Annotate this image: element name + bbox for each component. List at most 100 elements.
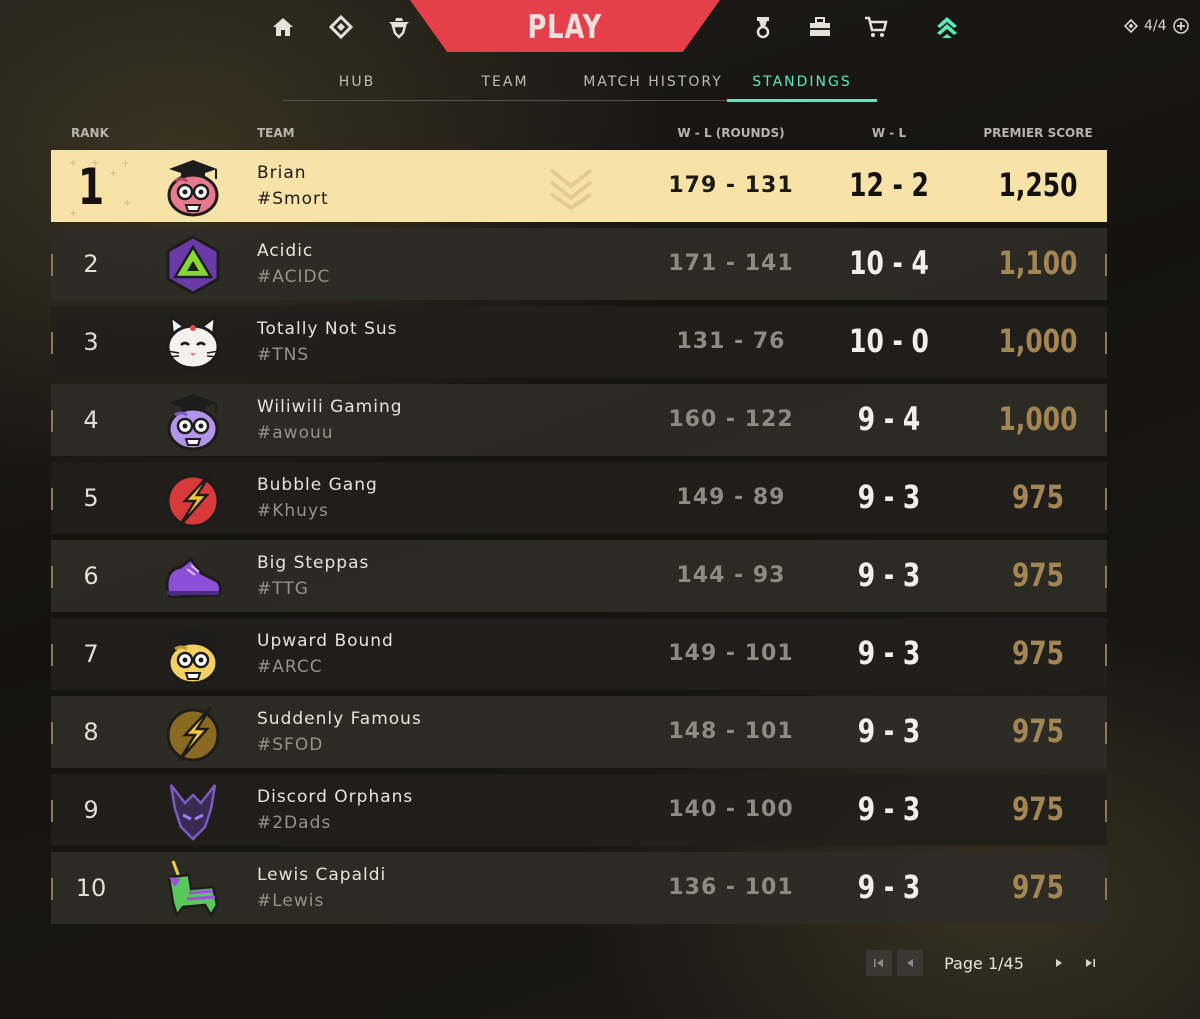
rounds-record: 179 - 131 — [668, 173, 794, 198]
team-tag: #Lewis — [257, 891, 325, 911]
team-name[interactable]: Discord Orphans — [257, 787, 413, 807]
team-tag: #Khuys — [257, 501, 329, 521]
tab-team[interactable]: TEAM — [430, 74, 580, 90]
green-pinata-icon — [161, 857, 225, 921]
previous-page-icon[interactable] — [897, 950, 923, 976]
gold-lightning-icon — [161, 701, 225, 765]
match-counter: 4/4 — [1124, 14, 1189, 38]
team-tag: #2Dads — [257, 813, 332, 833]
active-tab-indicator — [727, 99, 877, 102]
rounds-record: 131 - 76 — [676, 329, 786, 354]
sparkle-icon: + — [123, 198, 132, 209]
team-name[interactable]: Lewis Capaldi — [257, 865, 386, 885]
win-loss-record: 9 - 3 — [857, 478, 921, 516]
rounds-record: 144 - 93 — [676, 563, 786, 588]
team-tag: #TNS — [257, 345, 310, 365]
row-edge-right — [1105, 566, 1107, 588]
premier-score: 1,000 — [998, 322, 1078, 360]
premier-score: 1,000 — [998, 400, 1078, 438]
team-tag: #ARCC — [257, 657, 323, 677]
rounds-record: 171 - 141 — [668, 251, 794, 276]
win-loss-record: 10 - 0 — [849, 322, 929, 360]
premier-score: 975 — [1011, 790, 1065, 828]
team-name[interactable]: Suddenly Famous — [257, 709, 422, 729]
win-loss-record: 10 - 4 — [849, 244, 929, 282]
white-cat-icon — [161, 311, 225, 375]
team-name[interactable]: Big Steppas — [257, 553, 369, 573]
win-loss-record: 9 - 3 — [857, 556, 921, 594]
table-row[interactable]: 10 Lewis Capaldi #Lewis 136 - 101 9 - 3 975 — [51, 852, 1107, 924]
tab-match-history[interactable]: MATCH HISTORY — [578, 74, 728, 90]
agents-icon[interactable] — [384, 12, 414, 42]
last-page-icon[interactable] — [1077, 950, 1103, 976]
row-edge-right — [1105, 800, 1107, 822]
table-row[interactable]: 4 Wiliwili Gaming #awouu 160 - 122 9 - 4 1,00… — [51, 384, 1107, 456]
row-edge-right — [1105, 410, 1107, 432]
team-name[interactable]: Upward Bound — [257, 631, 394, 651]
team-name[interactable]: Brian — [257, 163, 307, 183]
team-tag: #awouu — [257, 423, 334, 443]
table-header: RANK TEAM W - L (ROUNDS) W - L PREMIER S… — [51, 122, 1107, 146]
store-icon[interactable] — [861, 12, 891, 42]
table-row[interactable]: 9 Discord Orphans #2Dads 140 - 100 9 - 3 975 — [51, 774, 1107, 846]
table-row[interactable]: 2 Acidic #ACIDC 171 - 141 10 - 4 1,100 — [51, 228, 1107, 300]
subtab-bar: HUB TEAM MATCH HISTORY STANDINGS — [282, 66, 877, 102]
diamond-icon — [1124, 19, 1138, 33]
tab-hub[interactable]: HUB — [282, 74, 432, 90]
battlepass-icon[interactable] — [748, 12, 778, 42]
table-row[interactable]: 5 Bubble Gang #Khuys 149 - 89 9 - 3 975 — [51, 462, 1107, 534]
team-name[interactable]: Bubble Gang — [257, 475, 378, 495]
premier-watermark-icon — [549, 168, 593, 210]
play-label: PLAY — [527, 6, 603, 46]
table-row[interactable]: 7 Upward Bound #ARCC 149 - 101 9 - 3 975 — [51, 618, 1107, 690]
win-loss-record: 9 - 3 — [857, 634, 921, 672]
rounds-record: 148 - 101 — [668, 719, 794, 744]
rank-number: 1 — [77, 158, 105, 216]
row-edge-right — [1105, 878, 1107, 900]
rank-number: 3 — [83, 328, 99, 356]
team-name[interactable]: Wiliwili Gaming — [257, 397, 403, 417]
win-loss-record: 9 - 3 — [857, 868, 921, 906]
purple-graduate-icon — [161, 389, 225, 453]
add-circle-icon[interactable] — [1172, 18, 1189, 34]
play-tab[interactable]: PLAY — [410, 0, 720, 52]
purple-dragon-icon — [161, 779, 225, 843]
row-edge-right — [1105, 332, 1107, 354]
tab-standings[interactable]: STANDINGS — [727, 74, 877, 90]
header-wl: W - L — [871, 126, 907, 140]
sparkle-icon: + — [121, 158, 130, 169]
counter-text: 4/4 — [1144, 18, 1167, 34]
premier-score: 975 — [1011, 712, 1065, 750]
team-tag: #SFOD — [257, 735, 324, 755]
next-page-icon[interactable] — [1046, 950, 1072, 976]
row-edge-right — [1105, 722, 1107, 744]
table-row-own-team[interactable]: + + + + + +1 Brian #Smort 179 - 131 12 - 2 1,250 — [51, 150, 1107, 222]
team-name[interactable]: Acidic — [257, 241, 313, 261]
premier-score: 1,100 — [998, 244, 1078, 282]
team-tag: #Smort — [257, 189, 329, 209]
rank-number: 9 — [83, 796, 99, 824]
rank-number: 4 — [83, 406, 99, 434]
career-icon[interactable] — [326, 12, 356, 42]
table-row[interactable]: 3 Totally Not Sus #TNS 131 - 76 10 - 0 1,000 — [51, 306, 1107, 378]
red-lightning-icon — [161, 467, 225, 531]
header-premier-score: PREMIER SCORE — [983, 126, 1093, 140]
rank-number: 5 — [83, 484, 99, 512]
table-row[interactable]: 8 Suddenly Famous #SFOD 148 - 101 9 - 3 975 — [51, 696, 1107, 768]
home-icon[interactable] — [268, 12, 298, 42]
premier-score: 975 — [1011, 556, 1065, 594]
team-tag: #TTG — [257, 579, 309, 599]
collection-icon[interactable] — [805, 12, 835, 42]
top-navigation: PLAY 4/4 — [0, 0, 1200, 52]
team-name[interactable]: Totally Not Sus — [257, 319, 398, 339]
rank-number: 8 — [83, 718, 99, 746]
header-rank: RANK — [71, 126, 109, 140]
premier-icon[interactable] — [932, 12, 962, 42]
first-page-icon[interactable] — [866, 950, 892, 976]
green-d20-icon — [161, 233, 225, 297]
premier-score: 975 — [1011, 634, 1065, 672]
table-row[interactable]: 6 Big Steppas #TTG 144 - 93 9 - 3 975 — [51, 540, 1107, 612]
rank-number: 2 — [83, 250, 99, 278]
pink-graduate-icon — [161, 155, 225, 219]
row-edge-right — [1105, 254, 1107, 276]
